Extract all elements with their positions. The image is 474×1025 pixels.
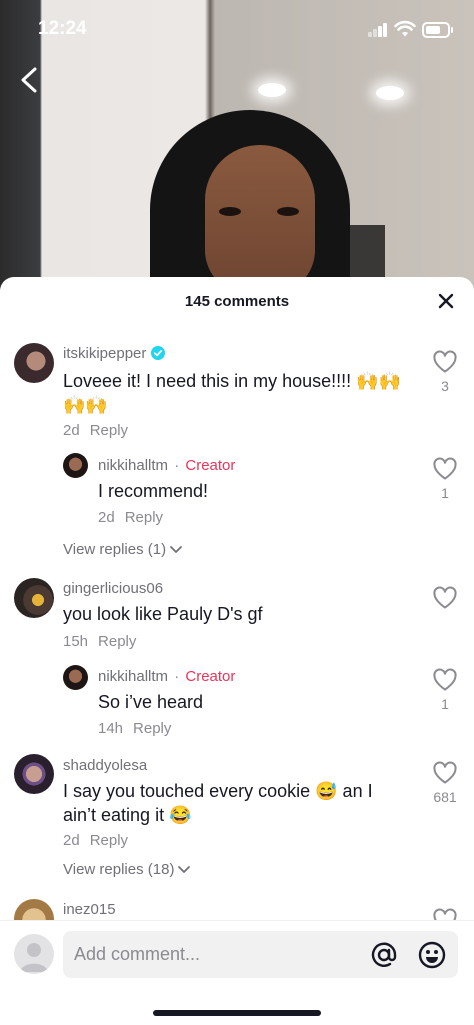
like-button[interactable]: 1 bbox=[430, 668, 460, 712]
reply-text: So i’ve heard bbox=[98, 692, 204, 712]
reply-button[interactable]: Reply bbox=[125, 509, 163, 526]
reply-button[interactable]: Reply bbox=[90, 832, 128, 849]
comment-input-box[interactable] bbox=[63, 931, 458, 978]
eye bbox=[219, 207, 241, 216]
reply-button[interactable]: Reply bbox=[98, 633, 136, 650]
view-replies-button[interactable]: View replies (1) bbox=[63, 541, 183, 558]
creator-badge: Creator bbox=[185, 668, 236, 685]
comment-username[interactable]: itskikipepper bbox=[63, 345, 166, 362]
reply-button[interactable]: Reply bbox=[133, 720, 171, 737]
avatar[interactable] bbox=[14, 754, 54, 794]
close-icon[interactable] bbox=[436, 291, 456, 311]
default-avatar-icon bbox=[20, 943, 48, 972]
like-button[interactable]: 1 bbox=[430, 457, 460, 501]
heart-outline-icon[interactable] bbox=[432, 350, 458, 374]
comments-count-title: 145 comments bbox=[184, 293, 290, 310]
avatar[interactable] bbox=[63, 453, 88, 478]
like-count: 3 bbox=[441, 378, 449, 394]
comment-input[interactable] bbox=[74, 931, 354, 978]
comment-text-line: I say you touched every cookie 😅 an I bbox=[63, 781, 373, 801]
reply-username[interactable]: nikkihalltm · Creator bbox=[98, 457, 235, 474]
current-user-avatar bbox=[14, 934, 54, 974]
comment-username[interactable]: shaddyolesa bbox=[63, 757, 147, 774]
avatar[interactable] bbox=[63, 665, 88, 690]
username-text[interactable]: itskikipepper bbox=[63, 345, 146, 362]
avatar[interactable] bbox=[14, 578, 54, 618]
eye bbox=[277, 207, 299, 216]
comment-time: 2d bbox=[63, 832, 80, 849]
comment-text-line: Loveee it! I need this in my house!!!! 🙌… bbox=[63, 371, 401, 391]
chevron-down-icon bbox=[178, 866, 191, 873]
reply-time: 14h bbox=[98, 720, 124, 737]
comment-text: you look like Pauly D's gf bbox=[63, 604, 263, 624]
comment-meta: 2d Reply bbox=[63, 832, 128, 849]
reply-meta: 2d Reply bbox=[98, 509, 163, 526]
comment-meta: 2d Reply bbox=[63, 422, 128, 439]
view-replies-label[interactable]: View replies (1) bbox=[63, 541, 166, 558]
heart-outline-icon[interactable] bbox=[432, 668, 458, 692]
like-button[interactable]: 681 bbox=[430, 761, 460, 805]
like-button[interactable]: 3 bbox=[430, 350, 460, 394]
heart-outline-icon[interactable] bbox=[432, 457, 458, 481]
username-text[interactable]: nikkihalltm bbox=[98, 668, 168, 685]
ceiling-light bbox=[258, 83, 286, 97]
verified-badge-icon bbox=[151, 346, 166, 360]
comment-username[interactable]: inez015 bbox=[63, 901, 116, 918]
comment-meta: 15h Reply bbox=[63, 633, 136, 650]
comment-text: I say you touched every cookie 😅 an I ai… bbox=[63, 779, 413, 827]
ceiling-light bbox=[376, 86, 404, 100]
like-button[interactable] bbox=[430, 908, 460, 920]
heart-outline-icon[interactable] bbox=[432, 908, 458, 920]
comment-username[interactable]: gingerlicious06 bbox=[63, 580, 163, 597]
creator-face bbox=[205, 145, 315, 290]
avatar[interactable] bbox=[14, 899, 54, 920]
comment-text-line: ain’t eating it 😂 bbox=[63, 805, 192, 825]
view-replies-label[interactable]: View replies (18) bbox=[63, 861, 174, 878]
like-button[interactable] bbox=[430, 586, 460, 610]
comments-sheet: 145 comments itskikipepper Loveee it! I … bbox=[0, 277, 474, 1025]
chevron-left-icon[interactable] bbox=[14, 64, 46, 96]
creator-badge: Creator bbox=[185, 457, 236, 474]
like-count: 681 bbox=[433, 789, 457, 805]
smiley-icon[interactable] bbox=[417, 940, 447, 970]
comment-text: Loveee it! I need this in my house!!!! 🙌… bbox=[63, 369, 413, 417]
reply-button[interactable]: Reply bbox=[90, 422, 128, 439]
at-sign-icon[interactable] bbox=[369, 940, 399, 970]
heart-outline-icon[interactable] bbox=[432, 586, 458, 610]
comment-time: 15h bbox=[63, 633, 89, 650]
chevron-down-icon bbox=[170, 546, 183, 553]
like-count: 1 bbox=[441, 696, 449, 712]
status-time: 12:24 bbox=[38, 18, 87, 39]
battery-icon bbox=[422, 22, 453, 38]
like-count: 1 bbox=[441, 485, 449, 501]
home-indicator bbox=[153, 1010, 321, 1016]
comment-time: 2d bbox=[63, 422, 80, 439]
status-bar: 12:24 bbox=[0, 0, 474, 60]
reply-text: I recommend! bbox=[98, 481, 209, 501]
heart-outline-icon[interactable] bbox=[432, 761, 458, 785]
comment-text-line: 🙌🙌 bbox=[63, 395, 108, 415]
reply-meta: 14h Reply bbox=[98, 720, 171, 737]
username-text[interactable]: nikkihalltm bbox=[98, 457, 168, 474]
reply-username[interactable]: nikkihalltm · Creator bbox=[98, 668, 235, 685]
avatar[interactable] bbox=[14, 343, 54, 383]
wifi-icon bbox=[394, 20, 416, 37]
comments-header: 145 comments bbox=[0, 277, 474, 325]
cellular-signal-icon bbox=[368, 23, 388, 37]
reply-time: 2d bbox=[98, 509, 115, 526]
view-replies-button[interactable]: View replies (18) bbox=[63, 861, 191, 878]
comment-input-bar bbox=[0, 920, 474, 1025]
